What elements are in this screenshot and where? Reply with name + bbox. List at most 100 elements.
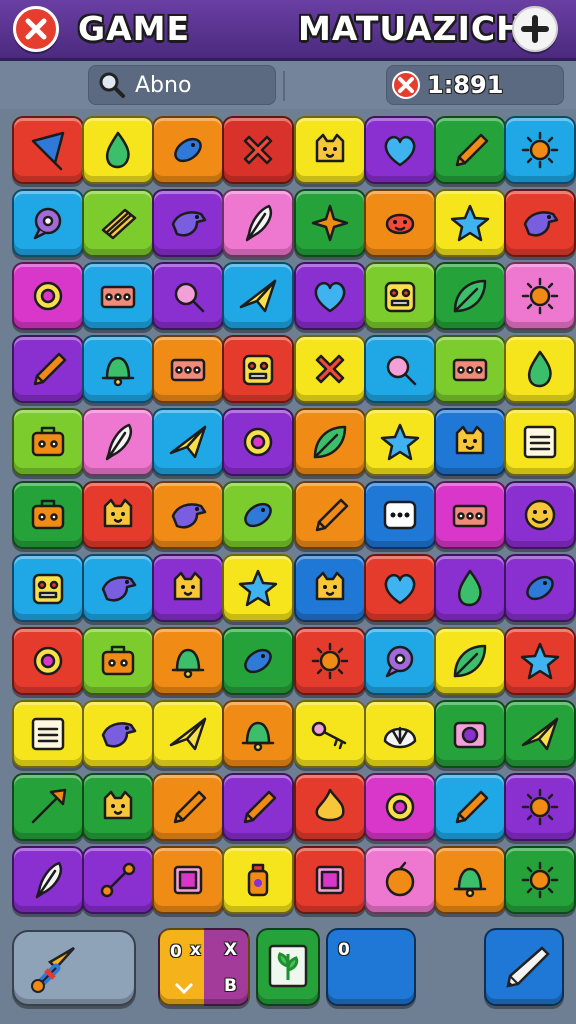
game-tile[interactable] xyxy=(434,116,506,184)
game-tile[interactable] xyxy=(222,846,294,914)
game-tile[interactable] xyxy=(152,189,224,257)
pen-tool-button[interactable] xyxy=(484,928,564,1006)
game-tile[interactable] xyxy=(12,262,84,330)
game-tile[interactable] xyxy=(152,481,224,549)
game-tile[interactable] xyxy=(152,627,224,695)
game-tile[interactable] xyxy=(434,773,506,841)
game-tile[interactable] xyxy=(152,262,224,330)
top-bar: GAME MATUAZICH xyxy=(0,0,576,61)
star-icon xyxy=(450,204,490,242)
game-tile[interactable] xyxy=(82,335,154,403)
empty-slot-button[interactable]: 0 xyxy=(326,928,416,1006)
game-tile[interactable] xyxy=(82,627,154,695)
close-button[interactable] xyxy=(13,6,59,52)
game-tile[interactable] xyxy=(82,262,154,330)
bottle-icon xyxy=(247,863,269,897)
game-tile[interactable] xyxy=(152,116,224,184)
game-tile[interactable] xyxy=(364,627,436,695)
game-tile[interactable] xyxy=(434,700,506,768)
game-tile[interactable] xyxy=(222,700,294,768)
game-tile[interactable] xyxy=(294,481,366,549)
game-tile[interactable] xyxy=(434,189,506,257)
game-tile[interactable] xyxy=(222,335,294,403)
game-tile[interactable] xyxy=(82,481,154,549)
game-tile[interactable] xyxy=(504,408,576,476)
game-tile[interactable] xyxy=(82,846,154,914)
game-tile[interactable] xyxy=(294,335,366,403)
game-tile[interactable] xyxy=(152,700,224,768)
game-tile[interactable] xyxy=(152,408,224,476)
rocket-booster-button[interactable] xyxy=(12,930,136,1006)
game-tile[interactable] xyxy=(434,408,506,476)
game-tile[interactable] xyxy=(294,846,366,914)
game-tile[interactable] xyxy=(294,189,366,257)
game-tile[interactable] xyxy=(294,554,366,622)
game-tile[interactable] xyxy=(504,189,576,257)
game-tile[interactable] xyxy=(82,408,154,476)
game-tile[interactable] xyxy=(12,627,84,695)
search-field[interactable]: Abno xyxy=(88,65,276,105)
game-tile[interactable] xyxy=(12,116,84,184)
game-tile[interactable] xyxy=(294,262,366,330)
game-tile[interactable] xyxy=(364,846,436,914)
game-tile[interactable] xyxy=(152,846,224,914)
game-tile[interactable] xyxy=(364,335,436,403)
note-icon xyxy=(523,425,557,459)
game-tile[interactable] xyxy=(364,700,436,768)
game-tile[interactable] xyxy=(504,481,576,549)
game-tile[interactable] xyxy=(434,554,506,622)
game-tile[interactable] xyxy=(504,773,576,841)
game-tile[interactable] xyxy=(364,116,436,184)
game-tile[interactable] xyxy=(82,116,154,184)
game-tile[interactable] xyxy=(12,189,84,257)
add-button[interactable] xyxy=(512,6,558,52)
game-tile[interactable] xyxy=(364,773,436,841)
game-tile[interactable] xyxy=(294,627,366,695)
game-tile[interactable] xyxy=(12,554,84,622)
game-tile[interactable] xyxy=(434,846,506,914)
game-tile[interactable] xyxy=(364,481,436,549)
game-tile[interactable] xyxy=(504,335,576,403)
game-tile[interactable] xyxy=(12,700,84,768)
game-tile[interactable] xyxy=(82,773,154,841)
game-tile[interactable] xyxy=(434,262,506,330)
game-tile[interactable] xyxy=(504,846,576,914)
game-tile[interactable] xyxy=(152,554,224,622)
game-tile[interactable] xyxy=(222,481,294,549)
game-tile[interactable] xyxy=(434,481,506,549)
game-tile[interactable] xyxy=(364,408,436,476)
game-tile[interactable] xyxy=(294,700,366,768)
game-tile[interactable] xyxy=(364,262,436,330)
game-tile[interactable] xyxy=(294,773,366,841)
game-tile[interactable] xyxy=(152,335,224,403)
game-tile[interactable] xyxy=(504,116,576,184)
game-tile[interactable] xyxy=(222,262,294,330)
game-tile[interactable] xyxy=(504,700,576,768)
game-tile[interactable] xyxy=(222,627,294,695)
game-tile[interactable] xyxy=(504,627,576,695)
game-tile[interactable] xyxy=(152,773,224,841)
game-tile[interactable] xyxy=(434,627,506,695)
game-tile[interactable] xyxy=(12,335,84,403)
swap-button[interactable]: 0 x X B xyxy=(158,928,250,1006)
game-tile[interactable] xyxy=(12,773,84,841)
game-tile[interactable] xyxy=(82,700,154,768)
game-tile[interactable] xyxy=(222,554,294,622)
game-tile[interactable] xyxy=(504,554,576,622)
game-tile[interactable] xyxy=(82,189,154,257)
game-tile[interactable] xyxy=(12,481,84,549)
game-tile[interactable] xyxy=(12,408,84,476)
game-tile[interactable] xyxy=(82,554,154,622)
game-tile[interactable] xyxy=(222,189,294,257)
game-tile[interactable] xyxy=(222,773,294,841)
game-tile[interactable] xyxy=(294,116,366,184)
game-tile[interactable] xyxy=(294,408,366,476)
game-tile[interactable] xyxy=(434,335,506,403)
leaf-card-button[interactable] xyxy=(256,928,320,1006)
game-tile[interactable] xyxy=(364,189,436,257)
game-tile[interactable] xyxy=(504,262,576,330)
game-tile[interactable] xyxy=(364,554,436,622)
game-tile[interactable] xyxy=(12,846,84,914)
game-tile[interactable] xyxy=(222,408,294,476)
game-tile[interactable] xyxy=(222,116,294,184)
